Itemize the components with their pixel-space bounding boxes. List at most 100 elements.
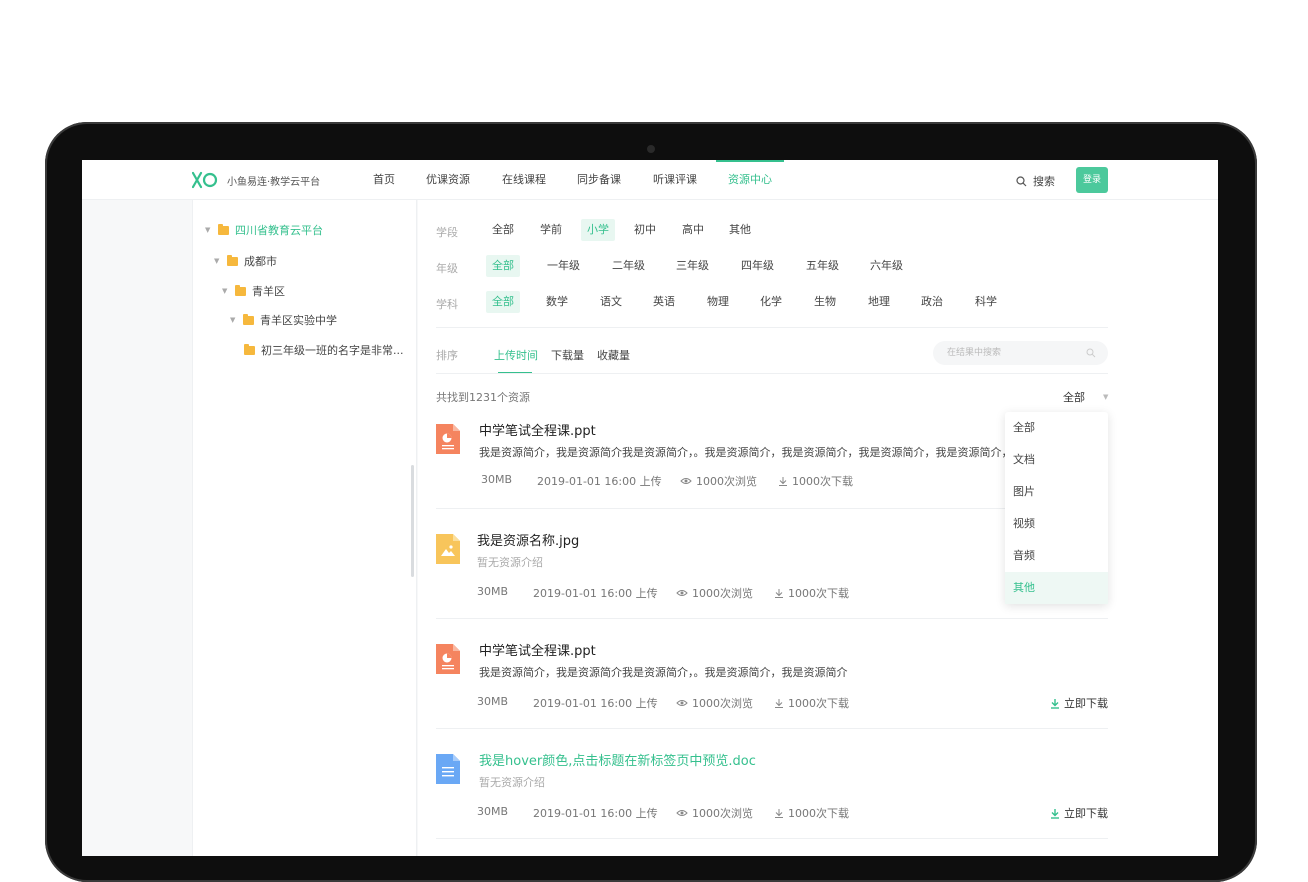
dropdown-option-other[interactable]: 其他 xyxy=(1005,572,1108,604)
resource-upload-time: 2019-01-01 16:00 上传 xyxy=(533,807,658,820)
download-icon xyxy=(775,809,783,818)
filter-subject-physics[interactable]: 物理 xyxy=(701,291,735,313)
tree-node-province[interactable]: ▼ 四川省教育云平台 xyxy=(205,220,323,240)
filter-subject-math[interactable]: 数学 xyxy=(540,291,574,313)
filter-subject-english[interactable]: 英语 xyxy=(647,291,681,313)
filter-subject-all[interactable]: 全部 xyxy=(486,291,520,313)
filter-subject-geography[interactable]: 地理 xyxy=(862,291,896,313)
type-select[interactable]: 全部 ▼ xyxy=(1063,389,1108,405)
download-now-button[interactable]: 立即下载 xyxy=(1050,695,1108,711)
tree-node-city[interactable]: ▼ 成都市 xyxy=(214,251,277,271)
eye-icon xyxy=(676,700,688,706)
resource-divider xyxy=(436,728,1108,729)
filter-stage-junior[interactable]: 初中 xyxy=(628,219,662,241)
dropdown-option-all[interactable]: 全部 xyxy=(1005,412,1108,444)
nav-search-button[interactable]: 搜索 xyxy=(1016,173,1055,189)
caret-down-icon[interactable]: ▼ xyxy=(214,257,222,265)
filter-stage-primary[interactable]: 小学 xyxy=(581,219,615,241)
resource-views: 1000次浏览 xyxy=(680,473,757,489)
dropdown-option-image[interactable]: 图片 xyxy=(1005,476,1108,508)
tree-node-label: 四川省教育云平台 xyxy=(235,224,323,237)
resource-size: 30MB xyxy=(481,473,513,486)
filter-stage-preschool[interactable]: 学前 xyxy=(534,219,568,241)
caret-down-icon[interactable]: ▼ xyxy=(222,287,230,295)
nav-item-lesson-review[interactable]: 听课评课 xyxy=(653,160,697,200)
nav-item-resource-center[interactable]: 资源中心 xyxy=(716,160,784,200)
resource-desc: 暂无资源介绍 xyxy=(479,776,545,789)
filter-label-grade: 年级 xyxy=(436,262,458,275)
org-tree-sidebar: ▼ 四川省教育云平台 ▼ 成都市 ▼ 青羊区 ▼ 青羊区实验中学 初三年级一班的… xyxy=(192,200,417,856)
filter-stage-other[interactable]: 其他 xyxy=(723,219,757,241)
sort-divider xyxy=(436,373,1108,374)
filter-subject-politics[interactable]: 政治 xyxy=(915,291,949,313)
views-label: 1000次浏览 xyxy=(692,697,753,710)
resource-title[interactable]: 我是资源名称.jpg xyxy=(477,530,579,549)
tree-node-district[interactable]: ▼ 青羊区 xyxy=(222,281,285,301)
nav-item-sync-prep[interactable]: 同步备课 xyxy=(577,160,621,200)
caret-down-icon[interactable]: ▼ xyxy=(205,226,213,234)
filter-grade-4[interactable]: 四年级 xyxy=(735,255,780,277)
caret-down-icon[interactable]: ▼ xyxy=(230,316,238,324)
resource-upload-time: 2019-01-01 16:00 上传 xyxy=(533,697,658,710)
filter-grade-all[interactable]: 全部 xyxy=(486,255,520,277)
resource-size: 30MB xyxy=(477,805,509,818)
filter-stage-all[interactable]: 全部 xyxy=(486,219,520,241)
dropdown-option-audio[interactable]: 音频 xyxy=(1005,540,1108,572)
download-now-label: 立即下载 xyxy=(1064,697,1108,710)
nav-item-quality-resources[interactable]: 优课资源 xyxy=(426,160,470,200)
dropdown-option-document[interactable]: 文档 xyxy=(1005,444,1108,476)
resource-divider xyxy=(436,838,1108,839)
filter-grade-2[interactable]: 二年级 xyxy=(606,255,651,277)
logo-icon xyxy=(192,171,218,189)
brand-name: 小鱼易连·教学云平台 xyxy=(227,177,321,188)
caret-down-icon: ▼ xyxy=(1103,393,1109,401)
result-count: 共找到1231个资源 xyxy=(436,391,530,404)
search-icon xyxy=(1086,348,1096,358)
folder-icon xyxy=(218,223,229,235)
sort-upload-time[interactable]: 上传时间 xyxy=(494,347,538,363)
downloads-label: 1000次下载 xyxy=(788,807,849,820)
login-button[interactable]: 登录 xyxy=(1076,167,1108,193)
filter-grade-1[interactable]: 一年级 xyxy=(541,255,586,277)
filter-grade-6[interactable]: 六年级 xyxy=(864,255,909,277)
download-icon xyxy=(1051,698,1059,709)
resource-divider xyxy=(436,618,1108,619)
dropdown-option-video[interactable]: 视频 xyxy=(1005,508,1108,540)
tree-node-school[interactable]: ▼ 青羊区实验中学 xyxy=(230,310,337,330)
result-search-input[interactable]: 在结果中搜索 xyxy=(933,341,1108,365)
sidebar-scrollbar[interactable] xyxy=(411,465,414,577)
camera-dot xyxy=(647,145,655,153)
filter-subject-biology[interactable]: 生物 xyxy=(808,291,842,313)
nav-search-label: 搜索 xyxy=(1033,175,1055,188)
nav-item-home[interactable]: 首页 xyxy=(373,160,395,200)
download-icon xyxy=(775,589,783,598)
tree-node-class[interactable]: 初三年级一班的名字是非常... xyxy=(244,340,404,360)
filter-label-subject: 学科 xyxy=(436,298,458,311)
resource-downloads: 1000次下载 xyxy=(774,805,849,821)
sort-favorites[interactable]: 收藏量 xyxy=(597,347,630,363)
resource-title[interactable]: 中学笔试全程课.ppt xyxy=(479,640,596,659)
filter-subject-chemistry[interactable]: 化学 xyxy=(754,291,788,313)
download-icon xyxy=(775,699,783,708)
folder-icon xyxy=(235,284,246,296)
nav-item-online-courses[interactable]: 在线课程 xyxy=(502,160,546,200)
filter-grade-3[interactable]: 三年级 xyxy=(670,255,715,277)
filter-label-stage: 学段 xyxy=(436,226,458,239)
download-now-button[interactable]: 立即下载 xyxy=(1050,805,1108,821)
filter-subject-science[interactable]: 科学 xyxy=(969,291,1003,313)
resource-views: 1000次浏览 xyxy=(676,805,753,821)
resource-downloads: 1000次下载 xyxy=(774,695,849,711)
downloads-label: 1000次下载 xyxy=(792,475,853,488)
tree-node-label: 成都市 xyxy=(244,255,277,268)
eye-icon xyxy=(680,478,692,484)
sort-downloads[interactable]: 下载量 xyxy=(551,347,584,363)
ppt-file-icon xyxy=(436,644,460,674)
type-select-value: 全部 xyxy=(1063,391,1085,404)
filter-grade-5[interactable]: 五年级 xyxy=(800,255,845,277)
resource-title[interactable]: 中学笔试全程课.ppt xyxy=(479,420,596,439)
filter-subject-chinese[interactable]: 语文 xyxy=(594,291,628,313)
resource-desc: 我是资源简介，我是资源简介我是资源简介，。我是资源简介，我是资源简介，我是资源简… xyxy=(479,446,1007,459)
resource-title[interactable]: 我是hover颜色,点击标题在新标签页中预览.doc xyxy=(479,750,756,769)
filter-divider xyxy=(436,327,1108,328)
filter-stage-senior[interactable]: 高中 xyxy=(676,219,710,241)
